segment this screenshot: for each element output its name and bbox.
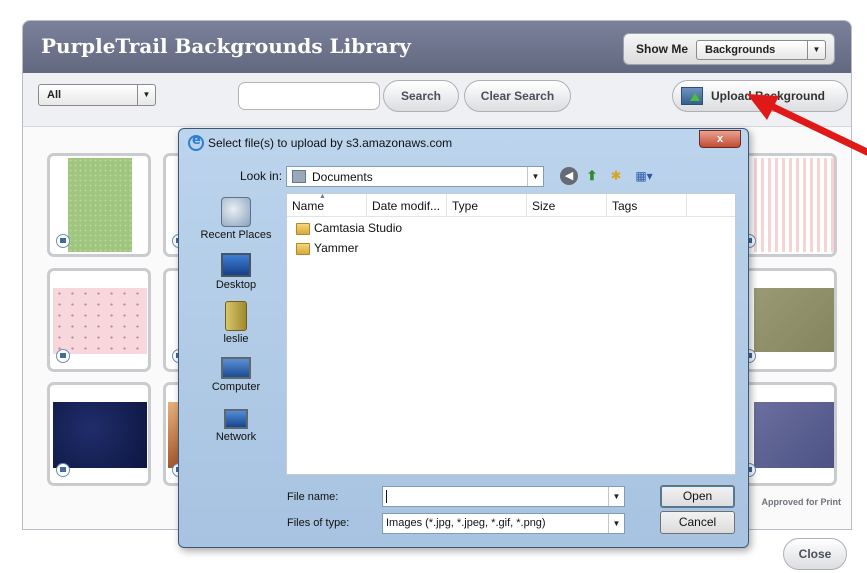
look-in-value: Documents bbox=[312, 170, 373, 184]
category-filter-select[interactable]: All ▼ bbox=[38, 84, 156, 106]
library-header: PurpleTrail Backgrounds Library Show Me … bbox=[23, 21, 851, 73]
search-input[interactable] bbox=[238, 82, 380, 110]
pink-stripes-background bbox=[754, 158, 834, 252]
show-me-value: Backgrounds bbox=[705, 44, 776, 56]
slate-blue-texture-background bbox=[754, 402, 834, 468]
chevron-down-icon[interactable]: ▼ bbox=[137, 85, 155, 105]
recent-places-icon bbox=[221, 197, 251, 227]
chevron-down-icon[interactable]: ▼ bbox=[527, 167, 543, 186]
navy-texture-background bbox=[53, 402, 147, 468]
print-icon[interactable] bbox=[56, 234, 70, 248]
places-bar: Recent Places Desktop leslie Computer Ne… bbox=[187, 193, 285, 479]
library-toolbar: All ▼ Search Clear Search Upload Backgro… bbox=[23, 73, 851, 127]
clear-search-button[interactable]: Clear Search bbox=[464, 80, 571, 112]
column-label: Size bbox=[532, 199, 556, 213]
chevron-down-icon[interactable]: ▼ bbox=[608, 487, 624, 506]
dialog-close-button[interactable]: x bbox=[699, 130, 741, 148]
print-icon[interactable] bbox=[56, 349, 70, 363]
print-icon[interactable] bbox=[56, 463, 70, 477]
desktop-icon bbox=[221, 253, 251, 277]
file-name: Camtasia Studio bbox=[314, 221, 403, 235]
pink-sprinkle-background bbox=[53, 288, 147, 354]
filter-value: All bbox=[47, 89, 62, 101]
green-dots-background bbox=[68, 158, 132, 252]
cancel-button[interactable]: Cancel bbox=[660, 511, 735, 534]
column-label: Date modif... bbox=[372, 199, 441, 213]
approved-for-print-label: Approved for Print bbox=[761, 497, 841, 507]
list-item[interactable]: Yammer bbox=[294, 241, 358, 259]
file-upload-dialog: Select file(s) to upload by s3.amazonaws… bbox=[178, 128, 749, 548]
column-header-type[interactable]: Type bbox=[447, 194, 527, 216]
column-label: Tags bbox=[612, 199, 638, 213]
place-label: Desktop bbox=[215, 279, 257, 291]
place-network[interactable]: Network bbox=[187, 405, 285, 455]
look-in-label: Look in: bbox=[240, 169, 283, 183]
place-label: Network bbox=[215, 431, 257, 443]
file-type-select[interactable]: Images (*.jpg, *.jpeg, *.gif, *.png) ▼ bbox=[382, 513, 625, 534]
dialog-title: Select file(s) to upload by s3.amazonaws… bbox=[208, 136, 453, 150]
file-name-field[interactable]: ▼ bbox=[382, 486, 625, 507]
column-header-size[interactable]: Size bbox=[527, 194, 607, 216]
documents-folder-icon bbox=[292, 170, 306, 183]
folder-icon bbox=[296, 223, 310, 235]
new-folder-icon[interactable]: ✱ bbox=[607, 167, 625, 185]
file-name-label: File name: bbox=[287, 491, 339, 503]
view-menu-icon[interactable]: ▦▾ bbox=[631, 167, 657, 185]
internet-explorer-icon bbox=[188, 133, 204, 151]
search-button[interactable]: Search bbox=[383, 80, 459, 112]
open-button[interactable]: Open bbox=[660, 485, 735, 508]
library-title: PurpleTrail Backgrounds Library bbox=[41, 34, 411, 58]
file-name: Yammer bbox=[314, 241, 359, 255]
place-label: leslie bbox=[223, 333, 249, 345]
upload-icon bbox=[681, 87, 703, 105]
file-list: ▲ Name Date modif... Type Size Tags Camt… bbox=[286, 193, 736, 475]
chevron-down-icon[interactable]: ▼ bbox=[608, 514, 624, 533]
column-label: Name bbox=[292, 199, 325, 213]
up-folder-icon[interactable]: ⬆ bbox=[583, 167, 601, 185]
folder-icon bbox=[296, 243, 310, 255]
screen: PurpleTrail Backgrounds Library Show Me … bbox=[0, 0, 867, 573]
column-header-name[interactable]: ▲ Name bbox=[287, 193, 367, 216]
place-computer[interactable]: Computer bbox=[187, 353, 285, 403]
file-type-label: Files of type: bbox=[287, 517, 350, 529]
text-caret bbox=[386, 490, 387, 503]
chevron-down-icon[interactable]: ▼ bbox=[807, 41, 825, 59]
look-in-select[interactable]: Documents ▼ bbox=[286, 166, 544, 187]
background-thumbnail[interactable] bbox=[47, 268, 151, 372]
column-header-tags[interactable]: Tags bbox=[607, 194, 687, 216]
user-folder-icon bbox=[225, 301, 247, 331]
background-thumbnail[interactable] bbox=[47, 153, 151, 257]
sort-ascending-icon: ▲ bbox=[319, 193, 326, 200]
column-headers: ▲ Name Date modif... Type Size Tags bbox=[287, 193, 735, 217]
background-thumbnail[interactable] bbox=[47, 382, 151, 486]
place-leslie[interactable]: leslie bbox=[187, 301, 285, 351]
place-recent-places[interactable]: Recent Places bbox=[187, 197, 285, 247]
show-me-select[interactable]: Backgrounds ▼ bbox=[696, 40, 826, 60]
back-icon[interactable]: ◀ bbox=[560, 167, 578, 185]
place-label: Recent Places bbox=[200, 229, 272, 241]
file-type-value: Images (*.jpg, *.jpeg, *.gif, *.png) bbox=[386, 517, 546, 529]
place-desktop[interactable]: Desktop bbox=[187, 249, 285, 299]
olive-texture-background bbox=[754, 288, 834, 352]
show-me-box: Show Me Backgrounds ▼ bbox=[623, 33, 835, 65]
place-label: Computer bbox=[211, 381, 261, 393]
red-pointer-arrow bbox=[747, 94, 867, 156]
show-me-label: Show Me bbox=[636, 42, 689, 56]
column-label: Type bbox=[452, 199, 479, 213]
column-header-date[interactable]: Date modif... bbox=[367, 194, 447, 216]
close-button[interactable]: Close bbox=[783, 538, 847, 570]
list-item[interactable]: Camtasia Studio bbox=[294, 221, 402, 239]
computer-icon bbox=[221, 357, 251, 379]
network-icon bbox=[224, 409, 248, 429]
